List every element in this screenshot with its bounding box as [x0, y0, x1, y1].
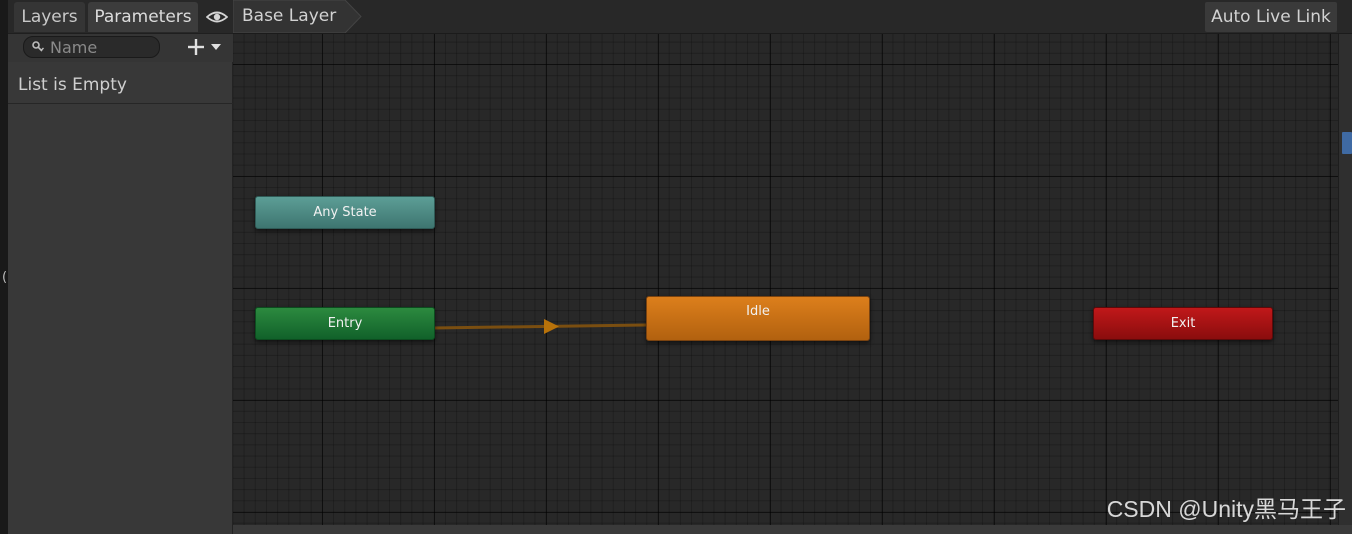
horizontal-scrollbar[interactable]: [233, 525, 1352, 534]
parameters-panel: Layers Parameters List is E: [8, 0, 233, 534]
vertical-scrollbar[interactable]: [1338, 34, 1352, 525]
search-field[interactable]: [23, 36, 160, 58]
add-parameter-button[interactable]: [186, 36, 228, 58]
scrollbar-thumb[interactable]: [1342, 132, 1352, 154]
window-edge: (: [0, 0, 8, 534]
eye-icon: [205, 11, 229, 23]
plus-dropdown-icon: [188, 39, 221, 55]
tab-parameters[interactable]: Parameters: [88, 2, 198, 32]
empty-list-label: List is Empty: [18, 75, 127, 95]
transition-arrow[interactable]: [233, 34, 1338, 525]
state-label: Any State: [313, 205, 377, 220]
graph-toolbar: Base Layer Auto Live Link: [233, 0, 1352, 34]
tab-layers[interactable]: Layers: [14, 2, 85, 32]
state-exit[interactable]: Exit: [1093, 307, 1273, 340]
search-icon: [32, 41, 44, 52]
state-label: Entry: [327, 316, 363, 331]
visibility-toggle[interactable]: [201, 2, 233, 32]
breadcrumb-base-layer[interactable]: Base Layer: [242, 6, 336, 26]
search-row: [8, 34, 233, 62]
state-label: Exit: [1170, 316, 1196, 331]
search-input[interactable]: [50, 37, 155, 57]
parameter-list: List is Empty: [8, 66, 233, 104]
edge-marker-icon: (: [2, 270, 8, 285]
panel-tabs: Layers Parameters: [8, 0, 233, 34]
state-any-state[interactable]: Any State: [255, 196, 435, 229]
watermark: CSDN @Unity黑马王子: [1106, 496, 1346, 522]
animator-graph[interactable]: Any State Entry Idle Exit: [233, 34, 1338, 525]
state-idle[interactable]: Idle: [646, 296, 870, 341]
auto-live-link-button[interactable]: Auto Live Link: [1205, 2, 1337, 32]
state-entry[interactable]: Entry: [255, 307, 435, 340]
state-label: Idle: [746, 304, 770, 319]
